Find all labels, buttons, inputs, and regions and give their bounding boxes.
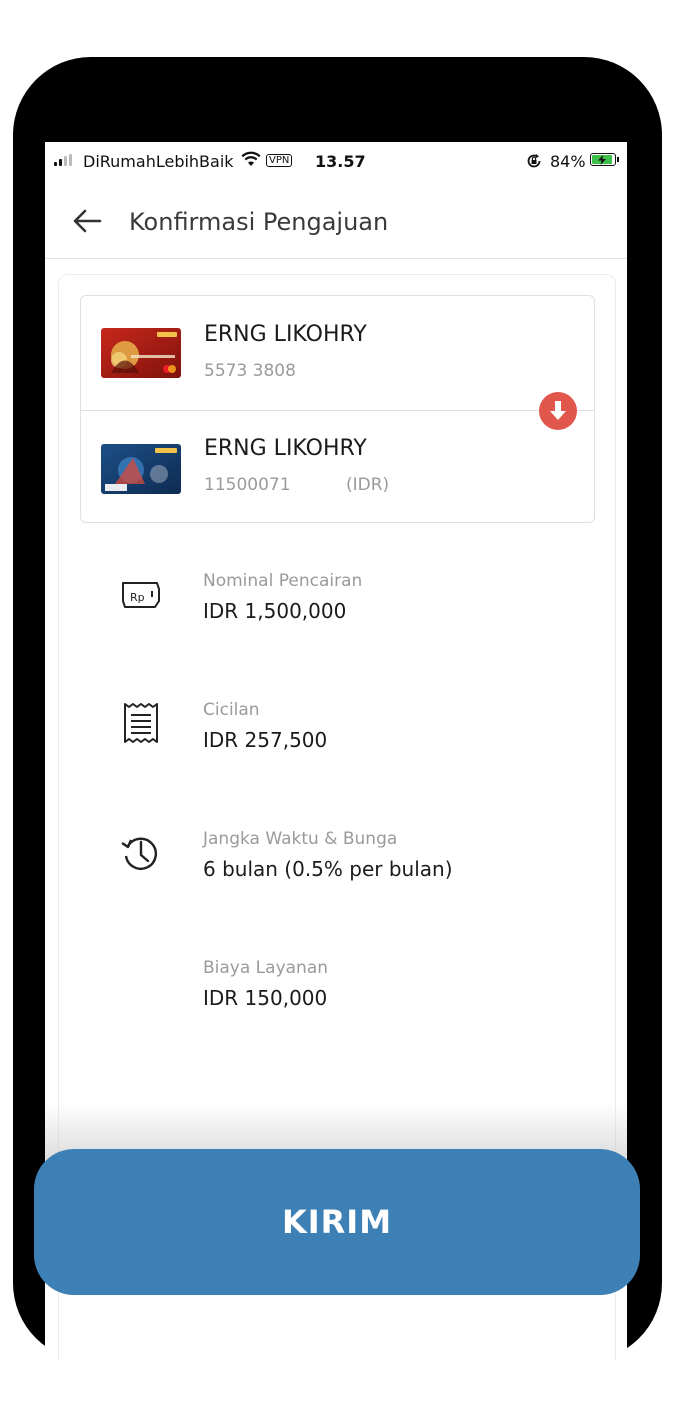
- detail-jangka-waktu: Jangka Waktu & Bunga 6 bulan (0.5% per b…: [59, 829, 615, 909]
- detail-label: Nominal Pencairan: [203, 571, 363, 591]
- svg-text:Rp: Rp: [130, 591, 145, 604]
- detail-biaya-layanan: Biaya Layanan IDR 150,000: [59, 958, 615, 1038]
- detail-label: Jangka Waktu & Bunga: [203, 829, 398, 849]
- carrier-name: DiRumahLebihBaik: [83, 152, 234, 171]
- detail-label: Cicilan: [203, 700, 260, 720]
- source-account-number: 5573 3808: [204, 361, 296, 381]
- mandiri-visa-card-image: [101, 444, 181, 494]
- arrow-left-icon[interactable]: [72, 209, 102, 233]
- account-selector: ERNG LIKOHRY 5573 3808 ERNG LIKOHRY 1150…: [80, 295, 595, 523]
- wifi-icon: [241, 151, 261, 166]
- source-account[interactable]: ERNG LIKOHRY 5573 3808: [81, 296, 594, 411]
- arrow-down-circle-icon: [550, 401, 566, 420]
- detail-label: Biaya Layanan: [203, 958, 329, 978]
- status-bar: DiRumahLebihBaik VPN 13.57 84%: [45, 142, 627, 182]
- detail-value: 6 bulan (0.5% per bulan): [203, 857, 453, 881]
- destination-account-currency: (IDR): [346, 475, 390, 495]
- detail-nominal: Rp Nominal Pencairan IDR 1,500,000: [59, 571, 615, 651]
- kirim-button[interactable]: KIRIM: [34, 1149, 640, 1295]
- swap-button[interactable]: [539, 392, 577, 430]
- battery-percent: 84%: [550, 152, 586, 171]
- money-rp-icon: Rp: [122, 582, 160, 608]
- destination-account[interactable]: ERNG LIKOHRY 11500071 (IDR): [81, 410, 594, 524]
- vpn-icon: VPN: [266, 154, 293, 167]
- detail-cicilan: Cicilan IDR 257,500: [59, 700, 615, 780]
- clock: 13.57: [315, 152, 366, 171]
- mandiri-credit-card-image: [101, 328, 181, 378]
- receipt-icon: [124, 703, 158, 743]
- detail-value: IDR 1,500,000: [203, 599, 347, 623]
- destination-account-name: ERNG LIKOHRY: [204, 436, 367, 461]
- rotation-lock-icon: [527, 154, 541, 168]
- detail-value: IDR 257,500: [203, 728, 328, 752]
- detail-value: IDR 150,000: [203, 986, 328, 1010]
- source-account-name: ERNG LIKOHRY: [204, 322, 367, 347]
- battery-charging-icon: [590, 153, 619, 166]
- page-title: Konfirmasi Pengajuan: [129, 208, 389, 236]
- history-clock-icon: [121, 837, 158, 870]
- signal-icon: [54, 154, 76, 166]
- app-header: Konfirmasi Pengajuan: [45, 182, 627, 259]
- destination-account-number: 11500071: [204, 475, 291, 495]
